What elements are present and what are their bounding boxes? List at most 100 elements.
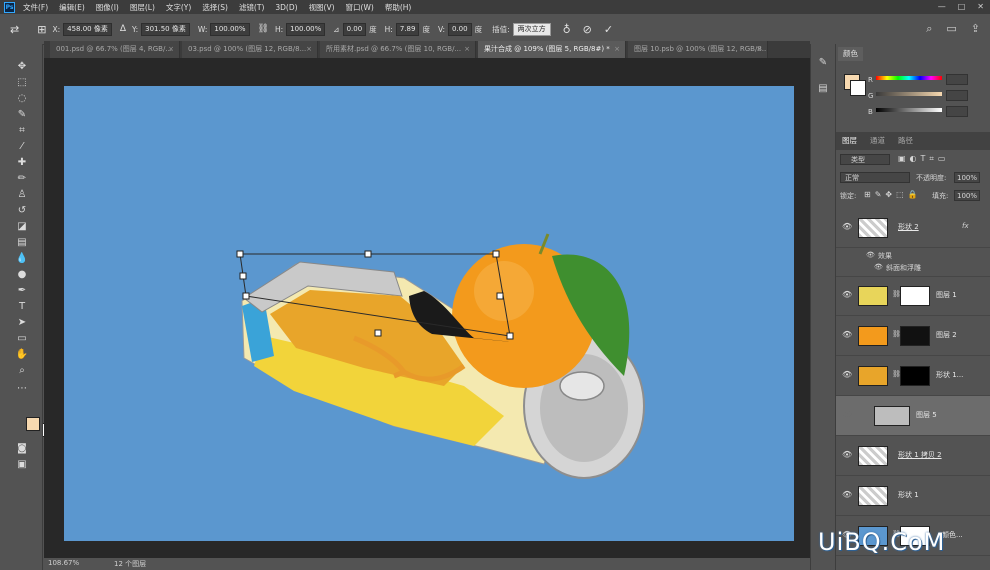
h-skew-field[interactable]: H: 7.89 度 [385,22,430,36]
pen-tool-icon[interactable]: ✒ [14,284,30,298]
eye-icon[interactable]: 👁 [842,450,852,459]
brush-preset-icon[interactable]: ✎ [816,56,830,70]
menu-select[interactable]: 选择(S) [202,2,228,13]
layer-1[interactable]: 👁 ⛓ 图层 1 [836,276,990,316]
opacity-field[interactable]: 100% [954,172,980,183]
angle-field[interactable]: ⊿ 0.00 度 [333,22,377,36]
tab-close-icon[interactable]: × [614,41,620,58]
g-slider[interactable] [876,92,942,96]
blend-mode-select[interactable]: 正常 [840,172,910,183]
eye-icon[interactable]: 👁 [866,251,875,259]
w-field[interactable]: W: 100.00% [198,22,250,36]
menu-layer[interactable]: 图层(L) [130,2,155,13]
menu-view[interactable]: 视图(V) [309,2,335,13]
layer-shape-1[interactable]: 👁 形状 1 [836,476,990,516]
menu-type[interactable]: 文字(Y) [166,2,191,13]
tab-channels[interactable]: 通道 [870,134,885,148]
tab-materials[interactable]: 所用素材.psd @ 66.7% (图层 10, RGB/... × [320,41,476,58]
blur-tool-icon[interactable]: 💧 [14,252,30,266]
maximize-icon[interactable]: □ [958,2,966,11]
menu-image[interactable]: 图像(I) [96,2,119,13]
tab-layers[interactable]: 图层 [842,134,857,148]
gradient-tool-icon[interactable]: ▤ [14,236,30,250]
r-slider[interactable] [876,76,942,80]
history-icon[interactable]: ▤ [816,82,830,96]
x-field[interactable]: X: 458.00 像素 [52,22,112,36]
more-tools-icon[interactable]: ⋯ [14,382,30,396]
history-brush-icon[interactable]: ↺ [14,204,30,218]
layer-2[interactable]: 👁 ⛓ 图层 2 [836,316,990,356]
layer-shape-1-copy-2[interactable]: 👁 形状 1 拷贝 2 [836,436,990,476]
eye-icon[interactable]: 👁 [842,290,852,299]
tab-juice-composite[interactable]: 果汁合成 @ 109% (图层 5, RGB/8#) * × [478,41,626,58]
healing-tool-icon[interactable]: ✚ [14,156,30,170]
menu-file[interactable]: 文件(F) [23,2,48,13]
brush-tool-icon[interactable]: ✏ [14,172,30,186]
marquee-tool-icon[interactable]: ⬚ [14,76,30,90]
transform-tool-icon[interactable]: ⇄ [10,23,19,36]
lock-icons[interactable]: ⊞✎✥⬚🔒 [864,190,922,199]
quick-select-tool-icon[interactable]: ✎ [14,108,30,122]
g-value-field[interactable] [946,90,968,101]
commit-transform-icon[interactable]: ✓ [604,23,613,36]
delta-icon[interactable]: Δ [120,24,126,34]
eye-icon[interactable]: 👁 [842,330,852,339]
h-field[interactable]: H: 100.00% [275,22,326,36]
tab-close-icon[interactable]: × [306,41,312,58]
zoom-tool-icon[interactable]: ⌕ [14,364,30,378]
eraser-tool-icon[interactable]: ◪ [14,220,30,234]
b-value-field[interactable] [946,106,968,117]
tab-close-icon[interactable]: × [168,41,174,58]
tab-001[interactable]: 001.psd @ 66.7% (图层 4, RGB/... × [50,41,180,58]
eye-icon[interactable]: 👁 [842,490,852,499]
shape-tool-icon[interactable]: ▭ [14,332,30,346]
close-icon[interactable]: ✕ [977,2,984,11]
hand-tool-icon[interactable]: ✋ [14,348,30,362]
document-canvas[interactable] [64,86,794,541]
filter-icons[interactable]: ▣◐T⌗▭ [898,154,950,164]
dodge-tool-icon[interactable]: ● [14,268,30,282]
foreground-color-swatch[interactable] [26,417,40,431]
menu-window[interactable]: 窗口(W) [346,2,374,13]
move-tool-icon[interactable]: ✥ [14,60,30,74]
zoom-level[interactable]: 108.67% [48,559,79,567]
menu-3d[interactable]: 3D(D) [275,3,297,12]
menu-filter[interactable]: 滤镜(T) [239,2,264,13]
eye-icon[interactable]: 👁 [874,263,883,271]
tab-paths[interactable]: 路径 [898,134,913,148]
eye-icon[interactable]: 👁 [842,370,852,379]
screen-mode-icon[interactable]: ▣ [14,458,30,472]
layer-shape-2[interactable]: 👁 形状 2 fx [836,208,990,248]
lasso-tool-icon[interactable]: ◌ [14,92,30,106]
type-tool-icon[interactable]: T [14,300,30,314]
reference-point-icon[interactable]: ⊞ [37,23,46,36]
panel-background-swatch[interactable] [850,80,866,96]
quick-mask-icon[interactable]: ◙ [14,442,30,456]
layer-shape-1-mask[interactable]: 👁 ⛓ 形状 1... [836,356,990,396]
stamp-tool-icon[interactable]: ♙ [14,188,30,202]
workspace-icon[interactable]: ▭ [946,22,956,36]
layer-5[interactable]: 👁 图层 5 [836,396,990,436]
crop-tool-icon[interactable]: ⌗ [14,124,30,138]
tab-close-icon[interactable]: × [756,41,762,58]
filter-kind-select[interactable]: 类型 [840,154,890,165]
search-icon[interactable]: ⌕ [926,22,932,36]
link-icon[interactable]: ⛓ [258,24,269,34]
share-icon[interactable]: ⇪ [971,22,980,36]
path-select-tool-icon[interactable]: ➤ [14,316,30,330]
r-value-field[interactable] [946,74,968,85]
eye-icon[interactable]: 👁 [842,410,852,419]
tab-close-icon[interactable]: × [464,41,470,58]
v-skew-field[interactable]: V: 0.00 度 [438,22,482,36]
eye-icon[interactable]: 👁 [842,222,852,231]
b-slider[interactable] [876,108,942,112]
cancel-transform-icon[interactable]: ⊘ [583,23,592,36]
y-field[interactable]: Y: 301.50 像素 [132,22,190,36]
tab-color[interactable]: 颜色 [838,47,863,61]
fill-field[interactable]: 100% [954,190,980,201]
eyedropper-tool-icon[interactable]: ⁄ [14,140,30,154]
warp-icon[interactable]: ♁ [563,23,571,36]
interpolation-field[interactable]: 插值: 两次立方 [492,22,551,36]
fx-badge[interactable]: fx [962,222,969,230]
tab-layer10[interactable]: 图层 10.psb @ 100% (图层 12, RGB/8... × [628,41,768,58]
